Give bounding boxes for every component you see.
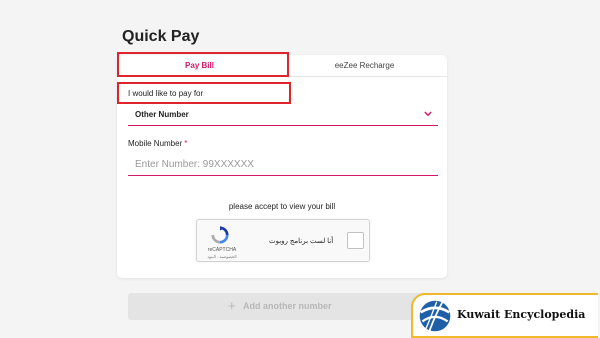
page-title: Quick Pay — [122, 28, 200, 45]
required-mark: * — [184, 139, 188, 148]
tab-eezee-recharge[interactable]: eeZee Recharge — [282, 55, 447, 77]
recaptcha-checkbox[interactable] — [347, 232, 364, 249]
pay-for-select[interactable]: Other Number — [128, 104, 438, 126]
recaptcha-checkbox-label: أنا لست برنامج روبوت — [269, 238, 334, 245]
chevron-down-icon — [424, 111, 432, 116]
watermark-badge: Kuwait Encyclopedia — [411, 293, 598, 338]
plus-icon: + — [228, 298, 236, 313]
recaptcha-icon — [211, 226, 229, 244]
recaptcha-widget: reCAPTCHA الخصوصية - البنود أنا لست برنا… — [196, 219, 370, 262]
mobile-number-label: Mobile Number * — [128, 139, 187, 148]
recaptcha-brand: reCAPTCHA — [207, 247, 237, 253]
pay-for-select-value: Other Number — [135, 110, 189, 119]
tab-bar: Pay Bill eeZee Recharge — [117, 55, 447, 77]
pay-for-label: I would like to pay for — [128, 89, 204, 98]
mobile-number-input[interactable] — [128, 153, 438, 176]
tab-pay-bill[interactable]: Pay Bill — [117, 55, 282, 77]
add-another-number-button[interactable]: + Add another number — [128, 293, 438, 320]
add-another-number-label: Add another number — [243, 301, 332, 311]
watermark-text: Kuwait Encyclopedia — [457, 308, 586, 321]
recaptcha-terms-links[interactable]: الخصوصية - البنود — [201, 254, 243, 259]
mobile-number-label-text: Mobile Number — [128, 139, 183, 148]
captcha-prompt: please accept to view your bill — [228, 202, 336, 211]
globe-logo-icon — [419, 300, 451, 332]
